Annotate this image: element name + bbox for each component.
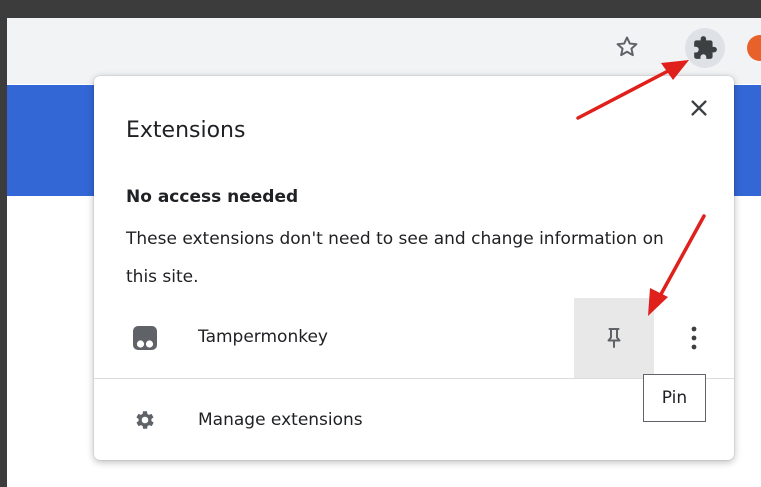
extension-row-tampermonkey[interactable]: Tampermonkey (94, 298, 734, 378)
bookmark-star-button[interactable] (610, 30, 644, 64)
manage-extensions-row[interactable]: Manage extensions (94, 379, 734, 460)
popup-title: Extensions (126, 118, 246, 143)
gear-icon (136, 411, 154, 429)
section-description: These extensions don't need to see and c… (126, 229, 664, 287)
close-icon (691, 100, 707, 116)
puzzle-piece-icon (694, 36, 717, 59)
pin-button[interactable] (574, 298, 654, 378)
browser-toolbar (7, 18, 761, 84)
section-heading: No access needed (126, 187, 299, 207)
profile-avatar[interactable] (747, 35, 761, 61)
extension-menu-button[interactable] (674, 318, 714, 358)
pin-tooltip: Pin (643, 374, 706, 422)
extension-name: Tampermonkey (198, 327, 328, 347)
window-frame (0, 0, 761, 18)
close-button[interactable] (684, 93, 714, 123)
address-bar[interactable] (7, 18, 668, 76)
more-vert-icon (691, 326, 697, 350)
extensions-button[interactable] (685, 28, 725, 68)
manage-extensions-label: Manage extensions (198, 410, 363, 430)
star-icon (616, 36, 638, 57)
extensions-popup: Extensions No access needed These extens… (94, 76, 734, 460)
tampermonkey-icon (133, 326, 157, 350)
pin-icon (607, 328, 621, 348)
